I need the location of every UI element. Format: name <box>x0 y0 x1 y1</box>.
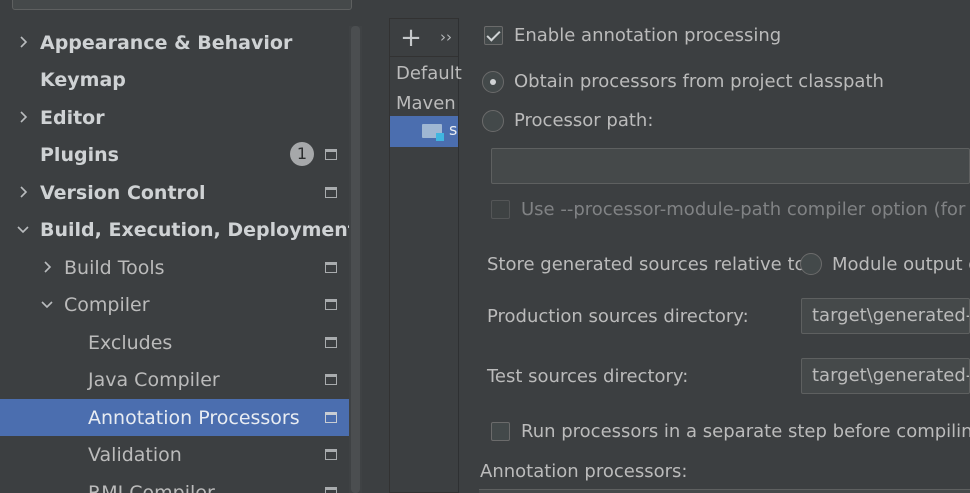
more-actions-button[interactable]: ›› <box>440 28 452 46</box>
separate-step-label: Run processors in a separate step before… <box>521 421 970 442</box>
tree-item-java-compiler[interactable]: Java Compiler <box>0 361 362 398</box>
project-level-icon <box>325 412 337 423</box>
tree-item-editor[interactable]: Editor <box>0 99 362 136</box>
project-level-icon <box>325 449 337 460</box>
add-profile-button[interactable]: + <box>400 25 422 51</box>
project-level-icon <box>325 299 337 310</box>
chevron-right-icon[interactable] <box>15 109 31 125</box>
tree-item-appearance-behavior[interactable]: Appearance & Behavior <box>0 24 362 61</box>
tree-item-keymap[interactable]: Keymap <box>0 61 362 98</box>
module-output-label: Module output d <box>832 254 970 275</box>
module-output-radio[interactable] <box>800 253 822 275</box>
profile-item-selected[interactable]: s <box>390 116 458 147</box>
tree-item-excludes[interactable]: Excludes <box>0 324 362 361</box>
module-path-label: Use --processor-module-path compiler opt… <box>521 199 970 220</box>
project-level-icon <box>325 337 337 348</box>
test-directory-input[interactable]: target\generated-t <box>801 358 970 394</box>
chevron-down-icon[interactable] <box>39 296 55 312</box>
tree-item-label: Keymap <box>40 68 126 91</box>
project-level-icon <box>325 149 337 160</box>
tree-item-label: Build Tools <box>64 256 165 279</box>
tree-item-annotation-processors[interactable]: Annotation Processors <box>0 399 362 436</box>
tree-item-label: Build, Execution, Deployment <box>40 218 357 241</box>
tree-item-label: Compiler <box>64 293 150 316</box>
profile-item-default[interactable]: Default <box>396 63 462 84</box>
project-level-icon <box>325 374 337 385</box>
production-directory-input[interactable]: target\generated-s <box>801 298 970 334</box>
tree-item-build-execution-deployment[interactable]: Build, Execution, Deployment <box>0 211 362 248</box>
enable-processing-checkbox[interactable] <box>484 26 503 45</box>
tree-item-label: Plugins <box>40 143 119 166</box>
tree-item-plugins[interactable]: Plugins 1 <box>0 136 362 173</box>
profile-item-maven[interactable]: Maven <box>396 93 456 114</box>
processor-path-input[interactable] <box>491 148 970 184</box>
tree-item-label: RMI Compiler <box>88 481 215 493</box>
chevron-right-icon[interactable] <box>15 184 31 200</box>
tree-item-label: Version Control <box>40 181 206 204</box>
tree-item-label: Editor <box>40 106 105 129</box>
obtain-classpath-radio[interactable] <box>482 71 504 93</box>
profiles-toolbar: + ›› <box>390 19 458 57</box>
settings-tree: Appearance & Behavior Keymap Editor Plug… <box>0 0 362 493</box>
test-directory-label: Test sources directory: <box>487 366 689 387</box>
module-folder-icon <box>422 124 444 141</box>
tree-item-compiler[interactable]: Compiler <box>0 286 362 323</box>
enable-processing-label: Enable annotation processing <box>514 25 782 46</box>
project-level-icon <box>325 487 337 493</box>
store-relative-label: Store generated sources relative to: <box>487 254 812 275</box>
profile-item-label: s <box>449 120 458 139</box>
scrollbar-thumb[interactable] <box>351 26 360 493</box>
tree-item-validation[interactable]: Validation <box>0 436 362 473</box>
tree-item-build-tools[interactable]: Build Tools <box>0 249 362 286</box>
tree-item-label: Java Compiler <box>88 368 220 391</box>
tree-item-label: Annotation Processors <box>88 406 300 429</box>
chevron-right-icon[interactable] <box>15 34 31 50</box>
module-path-checkbox[interactable] <box>491 200 510 219</box>
project-level-icon <box>325 187 337 198</box>
tree-item-label: Appearance & Behavior <box>40 31 293 54</box>
annotation-processors-table[interactable] <box>479 489 970 493</box>
tree-item-label: Excludes <box>88 331 173 354</box>
update-count-badge: 1 <box>290 142 314 166</box>
chevron-down-icon[interactable] <box>15 221 31 237</box>
settings-search-input[interactable] <box>12 0 352 10</box>
tree-item-label: Validation <box>88 443 182 466</box>
obtain-classpath-label: Obtain processors from project classpath <box>514 71 884 92</box>
annotation-processors-header: Annotation processors: <box>480 461 688 482</box>
project-level-icon <box>325 262 337 273</box>
processor-profiles-list: + ›› Default Maven s <box>389 18 462 493</box>
tree-item-rmi-compiler[interactable]: RMI Compiler <box>0 474 362 493</box>
processor-path-radio[interactable] <box>482 110 504 132</box>
production-directory-label: Production sources directory: <box>487 306 749 327</box>
processor-path-label: Processor path: <box>514 110 654 131</box>
chevron-right-icon[interactable] <box>39 259 55 275</box>
tree-scrollbar[interactable] <box>349 26 362 493</box>
tree-item-version-control[interactable]: Version Control <box>0 174 362 211</box>
separate-step-checkbox[interactable] <box>491 422 510 441</box>
